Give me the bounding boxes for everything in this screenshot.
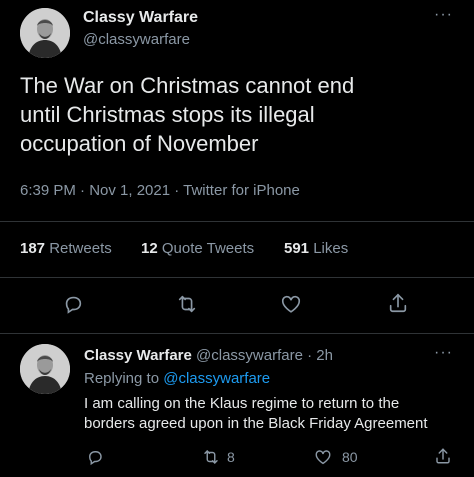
- tweet-text-line: occupation of November: [20, 131, 259, 156]
- likes-label: Likes: [313, 240, 349, 257]
- reply-share-icon[interactable]: [434, 447, 452, 465]
- reply-header: Classy Warfare @classywarfare · 2h: [84, 347, 333, 364]
- divider: [0, 333, 474, 334]
- quote-tweets-stat[interactable]: 12 Quote Tweets: [141, 240, 254, 257]
- tweet-timestamp[interactable]: 6:39 PM · Nov 1, 2021 · Twitter for iPho…: [20, 182, 300, 199]
- tweet-text-line: until Christmas stops its illegal: [20, 102, 315, 127]
- reply-more-options-icon[interactable]: ···: [434, 344, 453, 362]
- retweets-stat[interactable]: 187 Retweets: [20, 240, 112, 257]
- replying-to: Replying to @classywarfare: [84, 370, 270, 387]
- reply-like-count: 80: [342, 449, 358, 465]
- like-icon[interactable]: [280, 293, 302, 315]
- reply-handle-time[interactable]: @classywarfare · 2h: [196, 347, 333, 364]
- retweets-label: Retweets: [49, 240, 112, 257]
- tweet-text-line: The War on Christmas cannot end: [20, 73, 355, 98]
- reply-author-name[interactable]: Classy Warfare: [84, 347, 192, 364]
- reply-icon[interactable]: [62, 293, 84, 315]
- divider: [0, 221, 474, 222]
- likes-stat[interactable]: 591 Likes: [284, 240, 348, 257]
- replying-to-prefix: Replying to: [84, 370, 160, 387]
- reply-retweet-button[interactable]: 8: [201, 448, 235, 466]
- retweet-icon[interactable]: [175, 293, 199, 315]
- reply-text-line: I am calling on the Klaus regime to retu…: [84, 395, 400, 412]
- reply-reply-icon[interactable]: [86, 448, 104, 466]
- author-name[interactable]: Classy Warfare: [83, 9, 198, 27]
- likes-count: 591: [284, 240, 310, 257]
- quote-tweets-label: Quote Tweets: [161, 240, 255, 257]
- reply-text: I am calling on the Klaus regime to retu…: [84, 394, 469, 434]
- replying-to-link[interactable]: @classywarfare: [163, 370, 270, 387]
- author-avatar[interactable]: [20, 8, 70, 58]
- reply-like-icon: [314, 448, 332, 466]
- reply-like-button[interactable]: 80: [314, 448, 358, 466]
- tweet-text: The War on Christmas cannot end until Ch…: [20, 71, 460, 158]
- reply-retweet-count: 8: [227, 449, 235, 465]
- share-icon[interactable]: [387, 292, 409, 314]
- divider: [0, 277, 474, 278]
- author-handle[interactable]: @classywarfare: [83, 31, 190, 48]
- more-options-icon[interactable]: ···: [434, 6, 453, 24]
- reply-retweet-icon: [201, 448, 221, 466]
- retweets-count: 187: [20, 240, 46, 257]
- quote-tweets-count: 12: [141, 240, 158, 257]
- reply-text-line: borders agreed upon in the Black Friday …: [84, 415, 428, 432]
- reply-author-avatar[interactable]: [20, 344, 70, 394]
